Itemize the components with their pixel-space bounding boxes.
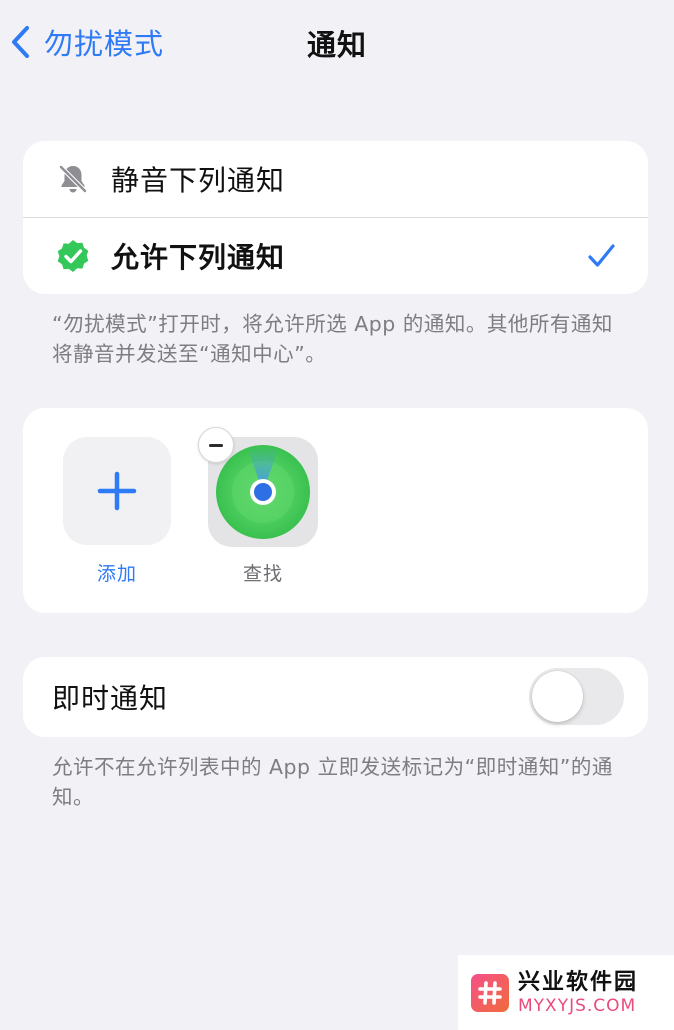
navigation-bar: 勿扰模式 通知 xyxy=(0,0,674,88)
watermark-site: MYXYJS.COM xyxy=(518,995,637,1016)
silence-option-label: 静音下列通知 xyxy=(111,164,286,197)
add-app-tile[interactable] xyxy=(63,437,171,545)
hash-logo-icon xyxy=(471,973,509,1012)
verified-badge-icon xyxy=(55,238,91,274)
minus-icon xyxy=(209,443,223,447)
remove-app-button[interactable] xyxy=(198,427,234,463)
silence-notifications-option[interactable]: 静音下列通知 xyxy=(23,141,648,217)
toggle-knob xyxy=(532,671,583,722)
page-title: 通知 xyxy=(306,28,367,62)
allowed-apps-group: 添加 查找 xyxy=(23,408,648,613)
options-footnote: “勿扰模式”打开时，将允许所选 App 的通知。其他所有通知将静音并发送至“通知… xyxy=(52,312,613,366)
add-app-button[interactable]: 添加 xyxy=(63,437,171,586)
notification-mode-group: 静音下列通知 允许下列通知 xyxy=(23,141,648,294)
checkmark-icon xyxy=(588,244,615,267)
bell-slash-icon xyxy=(55,161,91,197)
plus-icon xyxy=(97,471,137,511)
allow-notifications-option[interactable]: 允许下列通知 xyxy=(23,218,648,294)
watermark-name: 兴业软件园 xyxy=(518,969,639,995)
site-watermark: 兴业软件园 MYXYJS.COM xyxy=(458,955,674,1030)
app-item-label: 查找 xyxy=(242,563,283,585)
time-sensitive-toggle[interactable] xyxy=(529,668,624,725)
allow-option-label: 允许下列通知 xyxy=(111,241,286,274)
add-app-label: 添加 xyxy=(96,563,137,585)
time-sensitive-label: 即时通知 xyxy=(52,682,169,715)
time-sensitive-group: 即时通知 xyxy=(23,657,648,737)
time-sensitive-footnote: 允许不在允许列表中的 App 立即发送标记为“即时通知”的通知。 xyxy=(52,755,613,809)
